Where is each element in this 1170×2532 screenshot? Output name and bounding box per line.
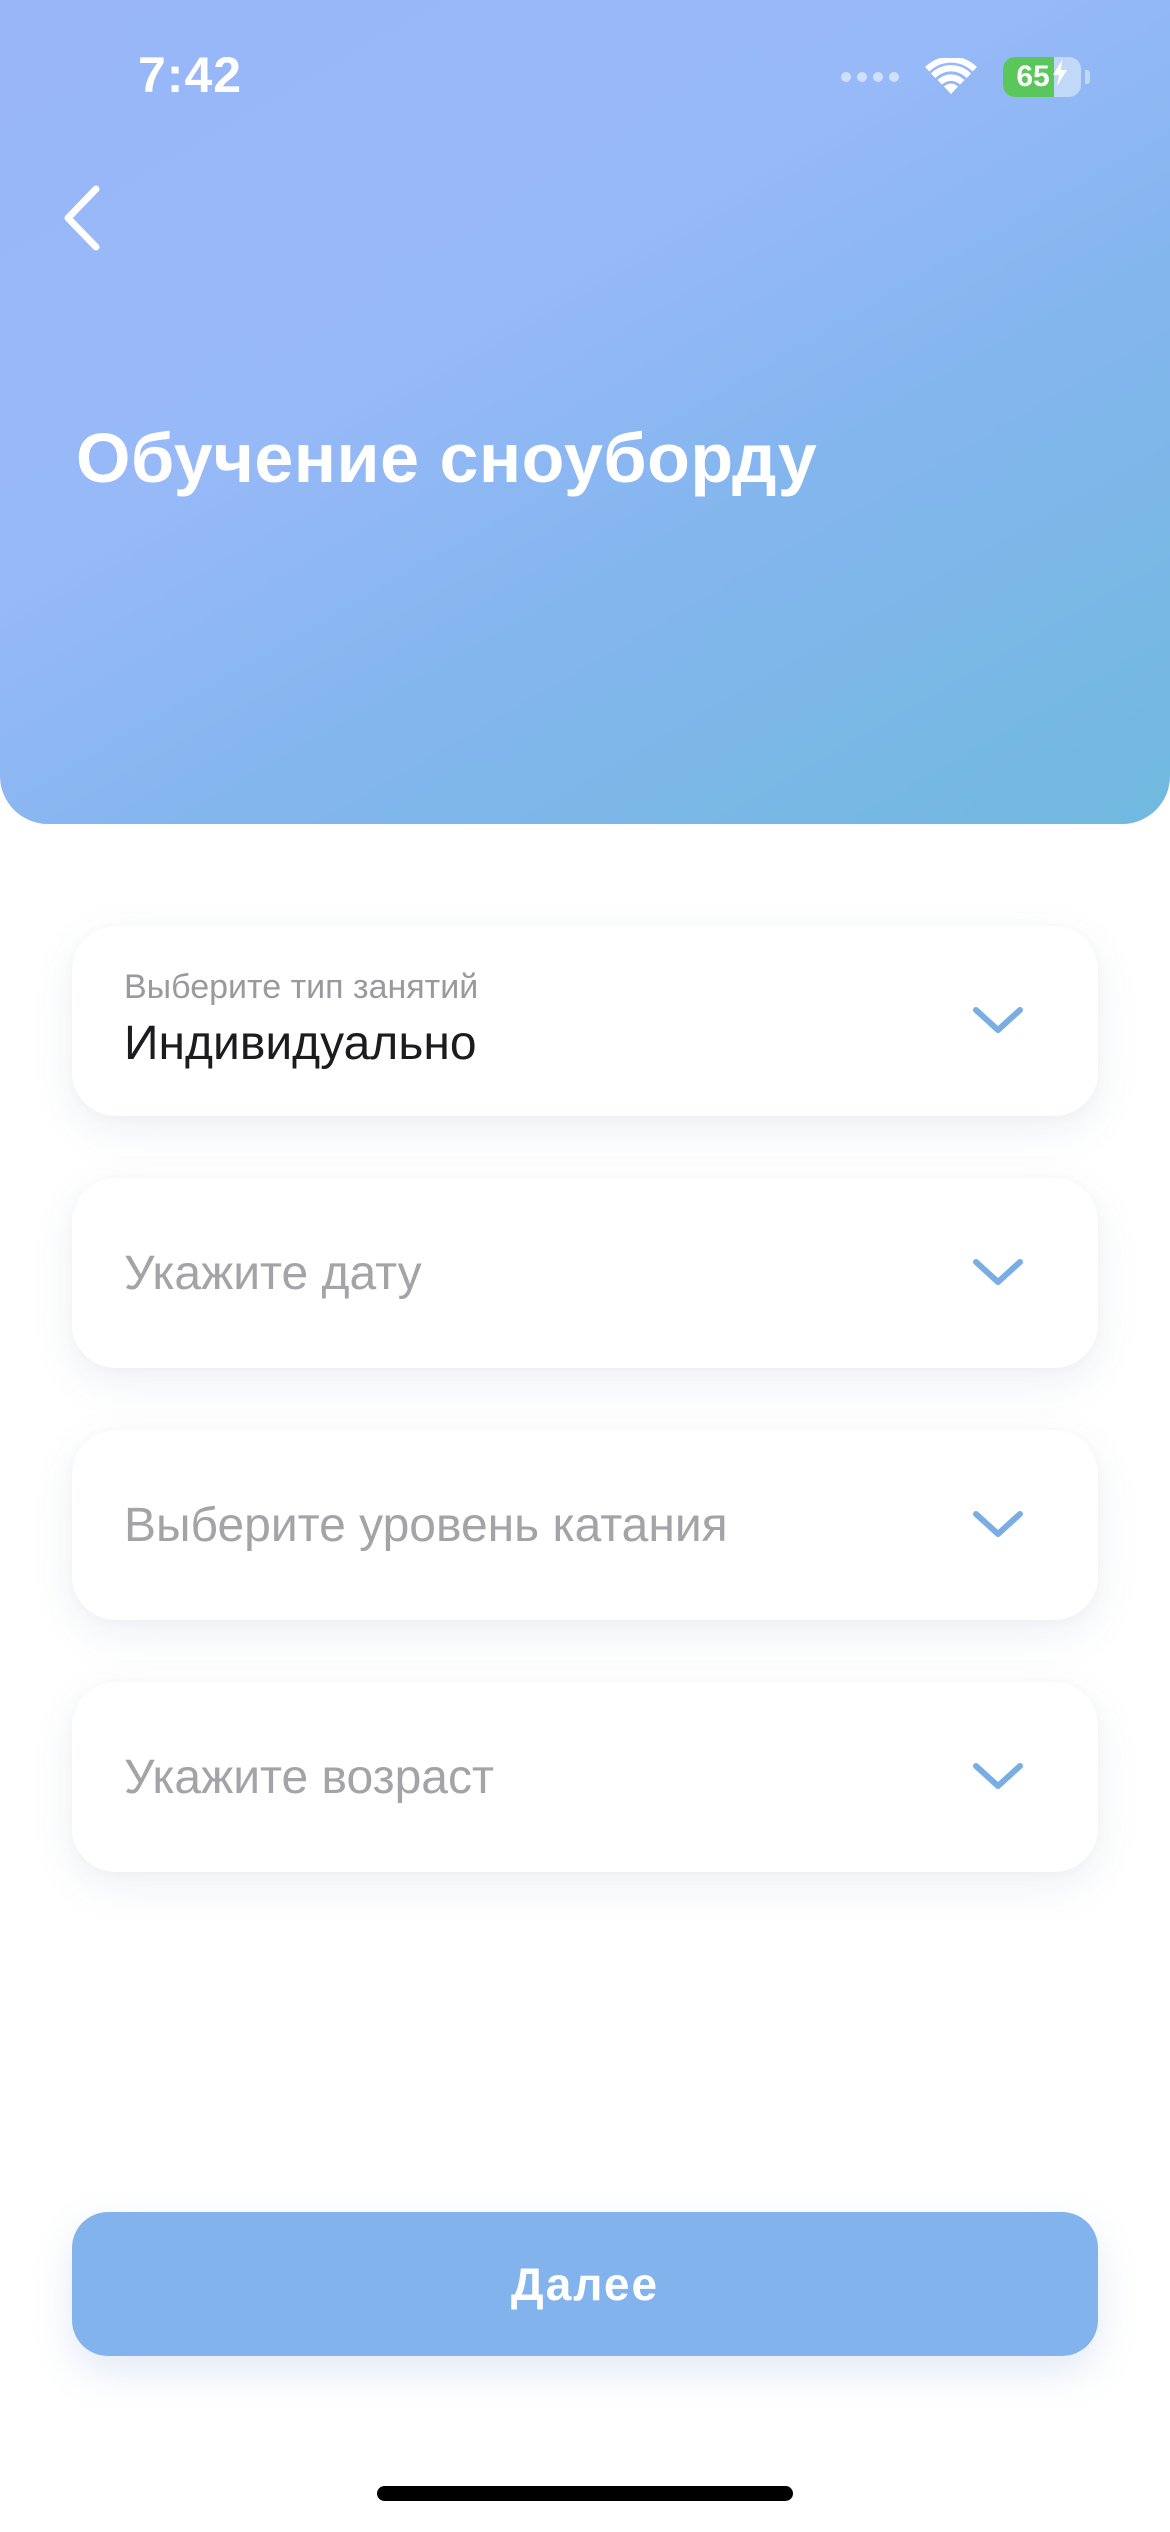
signal-dots-icon [841,72,899,82]
age-select[interactable]: Укажите возраст [72,1682,1098,1872]
status-time: 7:42 [138,47,243,103]
date-select[interactable]: Укажите дату [72,1178,1098,1368]
battery-percent: 65 [1016,60,1050,93]
status-icons: 65 [841,52,1090,102]
back-button[interactable] [52,180,112,260]
header-banner: 7:42 65 Обучение сноуборду [0,0,1170,824]
page-title: Обучение сноуборду [76,419,818,497]
lesson-type-select[interactable]: Выберите тип занятий Индивидуально [72,926,1098,1116]
date-placeholder: Укажите дату [124,1246,422,1300]
home-indicator [377,2486,793,2501]
lesson-type-label: Выберите тип занятий [124,968,479,1006]
lesson-type-value: Индивидуально [124,1017,477,1070]
chevron-down-icon [970,1748,1026,1804]
battery-indicator: 65 [1003,57,1081,97]
level-select[interactable]: Выберите уровень катания [72,1430,1098,1620]
chevron-left-icon [62,185,102,256]
battery-nub [1085,70,1090,84]
level-placeholder: Выберите уровень катания [124,1498,728,1552]
chevron-down-icon [970,992,1026,1048]
bolt-icon [1052,60,1068,94]
chevron-down-icon [970,1496,1026,1552]
wifi-icon [925,58,977,96]
age-placeholder: Укажите возраст [124,1750,494,1804]
chevron-down-icon [970,1244,1026,1300]
next-button[interactable]: Далее [72,2212,1098,2356]
